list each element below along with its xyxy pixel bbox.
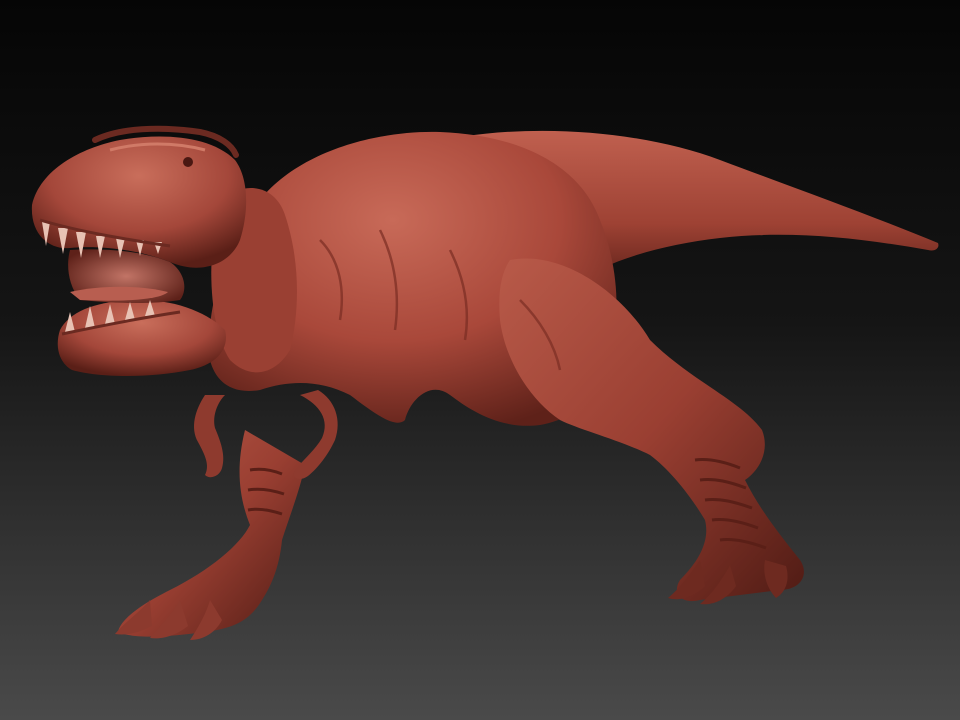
dinosaur-render — [0, 0, 960, 720]
sculpt-viewport[interactable] — [0, 0, 960, 720]
eye — [183, 157, 193, 167]
